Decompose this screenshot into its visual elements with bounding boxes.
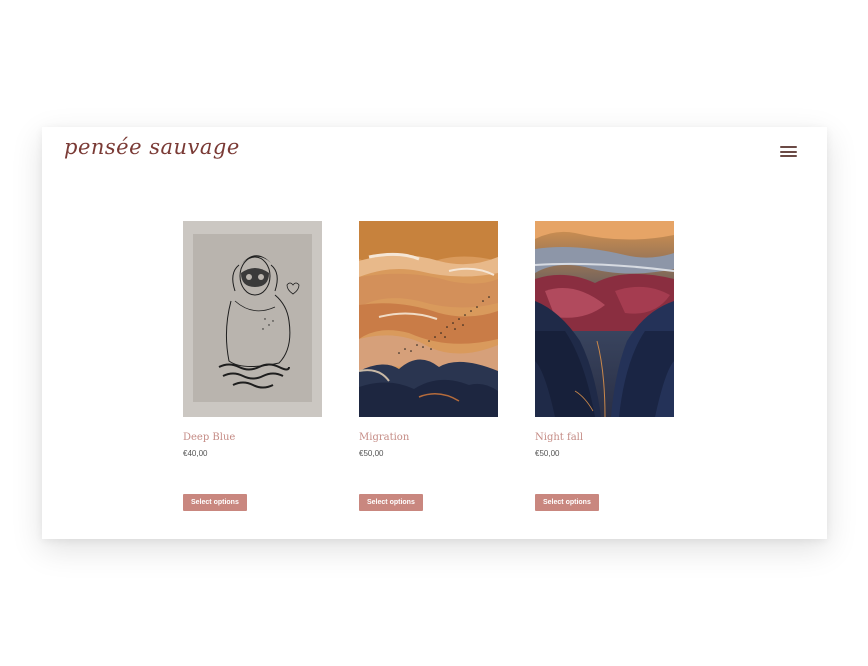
- product-card: Night fall €50,00 Select options: [535, 221, 674, 511]
- product-image-migration[interactable]: [359, 221, 498, 417]
- product-image-night-fall[interactable]: [535, 221, 674, 417]
- select-options-button[interactable]: Select options: [359, 494, 423, 511]
- hamburger-icon[interactable]: [780, 146, 797, 157]
- product-card: Migration €50,00 Select options: [359, 221, 498, 511]
- product-price: €40,00: [183, 449, 208, 458]
- page-card: pensée sauvage Deep Blue €40,00 Select o…: [42, 127, 827, 539]
- product-name[interactable]: Migration: [359, 432, 498, 443]
- product-card: Deep Blue €40,00 Select options: [183, 221, 322, 511]
- select-options-button[interactable]: Select options: [535, 494, 599, 511]
- site-logo[interactable]: pensée sauvage: [64, 135, 240, 159]
- product-image-deep-blue[interactable]: [183, 221, 322, 417]
- product-price: €50,00: [359, 449, 384, 458]
- product-name[interactable]: Deep Blue: [183, 432, 322, 443]
- menu-line: [780, 146, 797, 148]
- select-options-button[interactable]: Select options: [183, 494, 247, 511]
- menu-line: [780, 150, 797, 153]
- product-price: €50,00: [535, 449, 560, 458]
- menu-line: [780, 155, 797, 157]
- product-name[interactable]: Night fall: [535, 432, 674, 443]
